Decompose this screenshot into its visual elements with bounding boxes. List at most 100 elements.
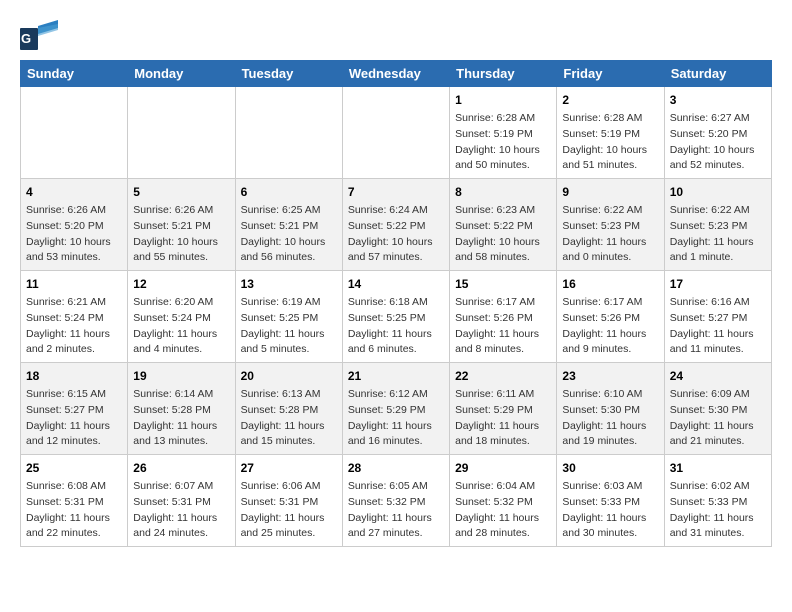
day-number: 3 [670,91,766,109]
day-number: 25 [26,459,122,477]
calendar-day-cell: 11 Sunrise: 6:21 AM Sunset: 5:24 PM Dayli… [21,271,128,363]
day-number: 14 [348,275,444,293]
calendar-day-cell [21,87,128,179]
calendar-day-cell: 9 Sunrise: 6:22 AM Sunset: 5:23 PM Daylig… [557,179,664,271]
day-info: Sunrise: 6:10 AM Sunset: 5:30 PM Dayligh… [562,387,658,450]
calendar-day-cell: 1 Sunrise: 6:28 AM Sunset: 5:19 PM Daylig… [450,87,557,179]
calendar-day-cell: 12 Sunrise: 6:20 AM Sunset: 5:24 PM Dayli… [128,271,235,363]
day-info: Sunrise: 6:12 AM Sunset: 5:29 PM Dayligh… [348,387,444,450]
day-info: Sunrise: 6:17 AM Sunset: 5:26 PM Dayligh… [562,295,658,358]
day-number: 15 [455,275,551,293]
day-info: Sunrise: 6:25 AM Sunset: 5:21 PM Dayligh… [241,203,337,266]
day-info: Sunrise: 6:26 AM Sunset: 5:20 PM Dayligh… [26,203,122,266]
day-info: Sunrise: 6:17 AM Sunset: 5:26 PM Dayligh… [455,295,551,358]
calendar-day-cell: 7 Sunrise: 6:24 AM Sunset: 5:22 PM Daylig… [342,179,449,271]
day-info: Sunrise: 6:22 AM Sunset: 5:23 PM Dayligh… [562,203,658,266]
calendar-day-cell: 5 Sunrise: 6:26 AM Sunset: 5:21 PM Daylig… [128,179,235,271]
day-number: 8 [455,183,551,201]
day-number: 20 [241,367,337,385]
calendar-day-cell: 14 Sunrise: 6:18 AM Sunset: 5:25 PM Dayli… [342,271,449,363]
logo: G [20,20,62,50]
calendar-day-cell: 18Sunrise: 6:15 AM Sunset: 5:27 PM Dayli… [21,363,128,455]
calendar-day-cell: 31Sunrise: 6:02 AM Sunset: 5:33 PM Dayli… [664,455,771,547]
calendar-day-cell: 15 Sunrise: 6:17 AM Sunset: 5:26 PM Dayli… [450,271,557,363]
weekday-header: Monday [128,61,235,87]
day-info: Sunrise: 6:03 AM Sunset: 5:33 PM Dayligh… [562,479,658,542]
calendar-day-cell: 28 Sunrise: 6:05 AM Sunset: 5:32 PM Dayli… [342,455,449,547]
day-number: 10 [670,183,766,201]
calendar-table: SundayMondayTuesdayWednesdayThursdayFrid… [20,60,772,547]
calendar-day-cell: 2 Sunrise: 6:28 AM Sunset: 5:19 PM Daylig… [557,87,664,179]
day-info: Sunrise: 6:24 AM Sunset: 5:22 PM Dayligh… [348,203,444,266]
day-number: 24 [670,367,766,385]
weekday-header: Sunday [21,61,128,87]
day-info: Sunrise: 6:26 AM Sunset: 5:21 PM Dayligh… [133,203,229,266]
calendar-day-cell: 13Sunrise: 6:19 AM Sunset: 5:25 PM Dayli… [235,271,342,363]
calendar-day-cell: 25 Sunrise: 6:08 AM Sunset: 5:31 PM Dayli… [21,455,128,547]
day-number: 16 [562,275,658,293]
calendar-day-cell: 29 Sunrise: 6:04 AM Sunset: 5:32 PM Dayli… [450,455,557,547]
calendar-day-cell: 26Sunrise: 6:07 AM Sunset: 5:31 PM Dayli… [128,455,235,547]
calendar-day-cell: 3 Sunrise: 6:27 AM Sunset: 5:20 PM Daylig… [664,87,771,179]
calendar-day-cell: 17 Sunrise: 6:16 AM Sunset: 5:27 PM Dayli… [664,271,771,363]
calendar-day-cell: 8 Sunrise: 6:23 AM Sunset: 5:22 PM Daylig… [450,179,557,271]
day-info: Sunrise: 6:21 AM Sunset: 5:24 PM Dayligh… [26,295,122,358]
day-number: 7 [348,183,444,201]
weekday-header: Thursday [450,61,557,87]
calendar-day-cell: 24 Sunrise: 6:09 AM Sunset: 5:30 PM Dayli… [664,363,771,455]
weekday-header: Tuesday [235,61,342,87]
page-header: G [20,20,772,50]
calendar-day-cell: 19 Sunrise: 6:14 AM Sunset: 5:28 PM Dayli… [128,363,235,455]
day-number: 28 [348,459,444,477]
calendar-day-cell: 23 Sunrise: 6:10 AM Sunset: 5:30 PM Dayli… [557,363,664,455]
day-info: Sunrise: 6:05 AM Sunset: 5:32 PM Dayligh… [348,479,444,542]
calendar-day-cell: 6 Sunrise: 6:25 AM Sunset: 5:21 PM Daylig… [235,179,342,271]
day-number: 29 [455,459,551,477]
calendar-week-row: 11 Sunrise: 6:21 AM Sunset: 5:24 PM Dayli… [21,271,772,363]
calendar-week-row: 25 Sunrise: 6:08 AM Sunset: 5:31 PM Dayli… [21,455,772,547]
weekday-header: Saturday [664,61,771,87]
calendar-day-cell: 27Sunrise: 6:06 AM Sunset: 5:31 PM Dayli… [235,455,342,547]
calendar-header-row: SundayMondayTuesdayWednesdayThursdayFrid… [21,61,772,87]
day-number: 9 [562,183,658,201]
calendar-day-cell: 20 Sunrise: 6:13 AM Sunset: 5:28 PM Dayli… [235,363,342,455]
day-info: Sunrise: 6:04 AM Sunset: 5:32 PM Dayligh… [455,479,551,542]
day-number: 2 [562,91,658,109]
day-info: Sunrise: 6:18 AM Sunset: 5:25 PM Dayligh… [348,295,444,358]
day-number: 22 [455,367,551,385]
day-info: Sunrise: 6:06 AM Sunset: 5:31 PM Dayligh… [241,479,337,542]
day-info: Sunrise: 6:09 AM Sunset: 5:30 PM Dayligh… [670,387,766,450]
day-info: Sunrise: 6:13 AM Sunset: 5:28 PM Dayligh… [241,387,337,450]
day-info: Sunrise: 6:16 AM Sunset: 5:27 PM Dayligh… [670,295,766,358]
day-number: 31 [670,459,766,477]
logo-icon: G [20,20,58,50]
day-number: 30 [562,459,658,477]
day-number: 17 [670,275,766,293]
day-info: Sunrise: 6:20 AM Sunset: 5:24 PM Dayligh… [133,295,229,358]
day-number: 6 [241,183,337,201]
day-number: 23 [562,367,658,385]
calendar-day-cell [342,87,449,179]
day-info: Sunrise: 6:28 AM Sunset: 5:19 PM Dayligh… [562,111,658,174]
calendar-week-row: 4 Sunrise: 6:26 AM Sunset: 5:20 PM Daylig… [21,179,772,271]
svg-text:G: G [21,31,31,46]
day-number: 5 [133,183,229,201]
day-info: Sunrise: 6:11 AM Sunset: 5:29 PM Dayligh… [455,387,551,450]
day-info: Sunrise: 6:14 AM Sunset: 5:28 PM Dayligh… [133,387,229,450]
weekday-header: Friday [557,61,664,87]
day-number: 11 [26,275,122,293]
day-info: Sunrise: 6:27 AM Sunset: 5:20 PM Dayligh… [670,111,766,174]
day-number: 12 [133,275,229,293]
day-number: 4 [26,183,122,201]
day-number: 21 [348,367,444,385]
calendar-day-cell: 16 Sunrise: 6:17 AM Sunset: 5:26 PM Dayli… [557,271,664,363]
day-info: Sunrise: 6:28 AM Sunset: 5:19 PM Dayligh… [455,111,551,174]
day-info: Sunrise: 6:07 AM Sunset: 5:31 PM Dayligh… [133,479,229,542]
day-info: Sunrise: 6:08 AM Sunset: 5:31 PM Dayligh… [26,479,122,542]
day-info: Sunrise: 6:23 AM Sunset: 5:22 PM Dayligh… [455,203,551,266]
day-number: 19 [133,367,229,385]
day-info: Sunrise: 6:15 AM Sunset: 5:27 PM Dayligh… [26,387,122,450]
calendar-day-cell [128,87,235,179]
day-number: 13 [241,275,337,293]
day-number: 1 [455,91,551,109]
